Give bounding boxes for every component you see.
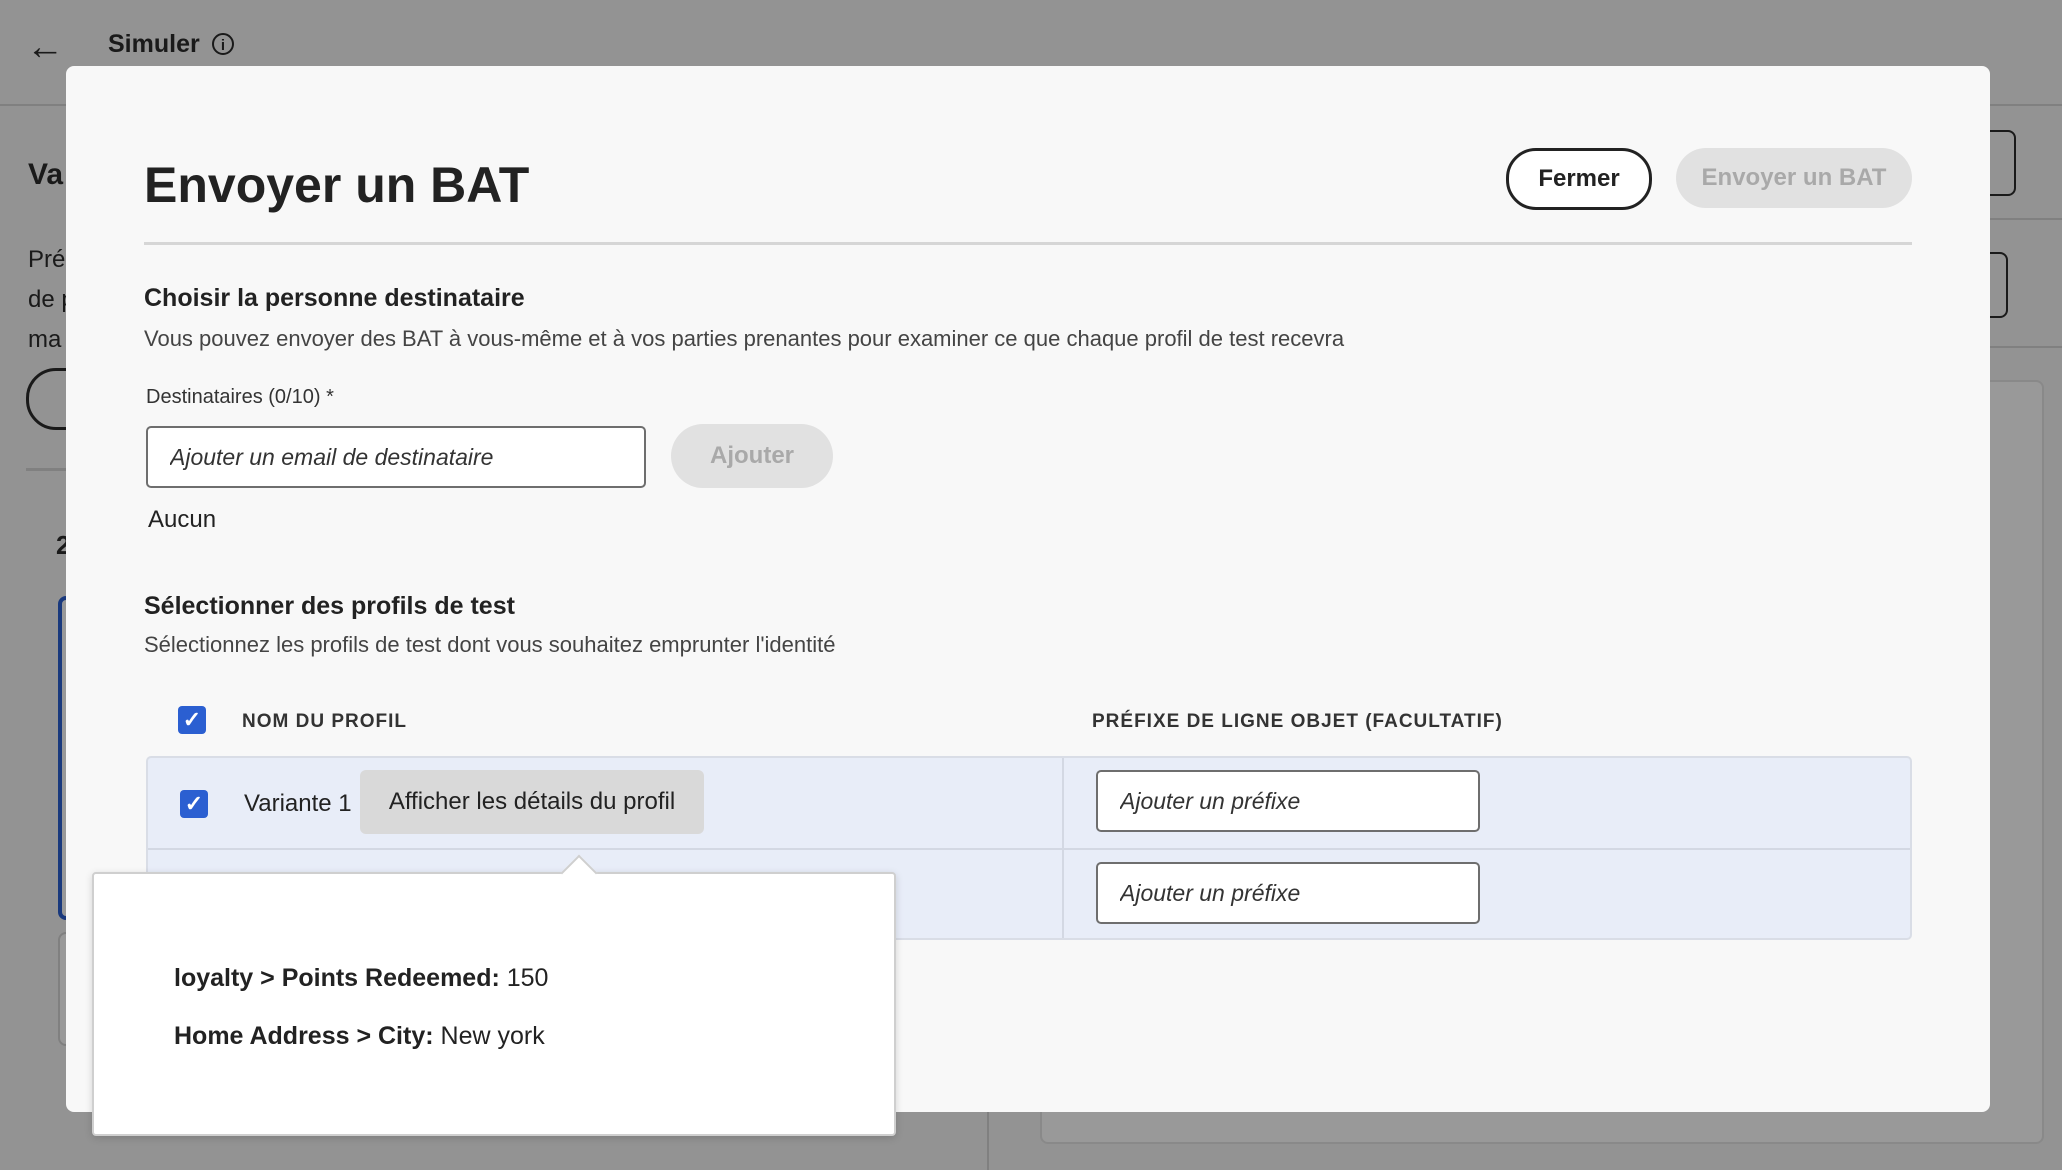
dialog-title: Envoyer un BAT [144, 157, 530, 213]
column-divider [1062, 758, 1064, 938]
profile-attribute-value: 150 [506, 964, 549, 992]
recipient-email-input[interactable] [146, 426, 646, 488]
subject-prefix-input[interactable] [1096, 862, 1480, 924]
send-proof-button[interactable]: Envoyer un BAT [1676, 148, 1912, 208]
profile-attribute: Home Address > City: New york [174, 1022, 545, 1051]
recipients-empty-text: Aucun [148, 506, 217, 533]
show-profile-details-button[interactable]: Afficher les détails du profil [360, 770, 704, 834]
profile-attribute: loyalty > Points Redeemed: 150 [174, 964, 548, 993]
dialog-divider [144, 242, 1912, 245]
profile-attribute-key: Home Address > City: [174, 1022, 434, 1050]
column-header-subject-prefix: PRÉFIXE DE LIGNE OBJET (FACULTATIF) [1092, 711, 1503, 732]
recipients-label: Destinataires (0/10) * [146, 386, 334, 409]
profile-attribute-value: New york [440, 1022, 545, 1050]
column-header-profile-name: NOM DU PROFIL [242, 711, 407, 732]
profiles-section-title: Sélectionner des profils de test [144, 592, 515, 620]
row-divider [148, 848, 1910, 850]
recipient-section-description: Vous pouvez envoyer des BAT à vous-même … [144, 326, 1345, 351]
profile-name: Variante 1 [244, 790, 352, 817]
recipients-label-text: Destinataires (0/10) [146, 386, 321, 408]
select-all-checkbox[interactable]: ✓ [178, 706, 206, 734]
row-checkbox[interactable]: ✓ [180, 790, 208, 818]
profile-attribute-key: loyalty > Points Redeemed: [174, 964, 500, 992]
profile-details-popover: loyalty > Points Redeemed: 150 Home Addr… [92, 854, 896, 1136]
close-button[interactable]: Fermer [1506, 148, 1652, 210]
required-mark: * [326, 386, 334, 408]
profiles-section-description: Sélectionnez les profils de test dont vo… [144, 632, 836, 657]
add-recipient-button[interactable]: Ajouter [671, 424, 833, 488]
subject-prefix-input[interactable] [1096, 770, 1480, 832]
recipient-section-title: Choisir la personne destinataire [144, 284, 525, 312]
